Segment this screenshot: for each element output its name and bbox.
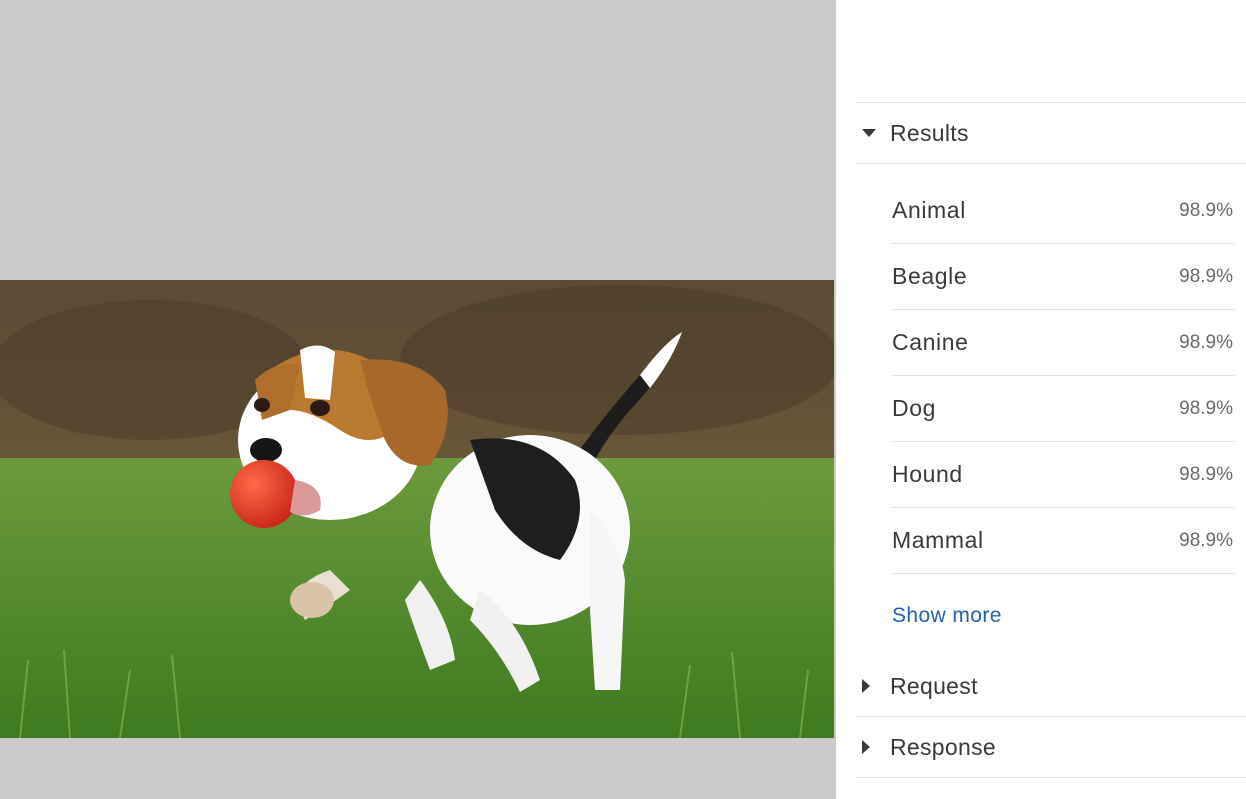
result-score: 98.9% [1179,331,1233,353]
result-label: Hound [892,461,963,487]
analyzed-photo [0,280,834,738]
results-section-title: Results [890,119,969,146]
result-score: 98.9% [1179,199,1233,221]
result-score: 98.9% [1179,397,1233,419]
result-score: 98.9% [1179,463,1233,485]
result-label: Animal [892,197,966,223]
result-label: Dog [892,395,936,421]
show-more-link[interactable]: Show more [892,604,1002,628]
result-row: Beagle 98.9% [892,244,1235,310]
result-label: Mammal [892,527,984,553]
results-panel: Results Animal 98.9% Beagle 98.9% Canine… [837,0,1246,799]
request-section-header[interactable]: Request [856,656,1246,717]
result-label: Beagle [892,263,968,289]
image-preview-area [0,0,836,799]
results-list: Animal 98.9% Beagle 98.9% Canine 98.9% D… [892,178,1235,574]
response-section-title: Response [890,733,996,760]
caret-right-icon [856,678,890,694]
result-row: Animal 98.9% [892,178,1235,244]
result-score: 98.9% [1179,265,1233,287]
result-row: Mammal 98.9% [892,508,1235,574]
result-row: Canine 98.9% [892,310,1235,376]
result-score: 98.9% [1179,529,1233,551]
result-row: Hound 98.9% [892,442,1235,508]
results-section-header[interactable]: Results [856,102,1246,164]
request-section-title: Request [890,672,978,699]
response-section-header[interactable]: Response [856,717,1246,778]
caret-right-icon [856,739,890,755]
caret-down-icon [856,128,890,138]
result-row: Dog 98.9% [892,376,1235,442]
result-label: Canine [892,329,969,355]
